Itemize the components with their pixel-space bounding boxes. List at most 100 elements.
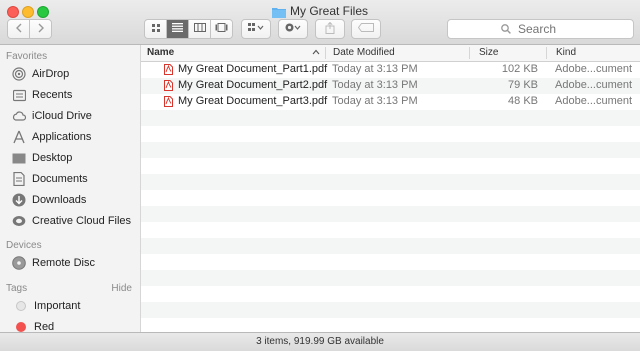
empty-row: [141, 206, 640, 222]
sidebar-item-label: Important: [34, 300, 81, 312]
empty-row: [141, 254, 640, 270]
column-divider[interactable]: [546, 47, 547, 59]
sidebar-item-recents[interactable]: Recents: [12, 85, 72, 105]
column-header-name[interactable]: Name: [147, 47, 174, 58]
icon-view-button[interactable]: [145, 20, 167, 38]
edit-tags-button[interactable]: [351, 19, 381, 39]
sort-ascending-icon: [312, 47, 320, 58]
sidebar-item-label: Recents: [32, 89, 73, 101]
pdf-file-icon: [164, 64, 173, 78]
file-kind: Adobe...cument: [555, 95, 633, 107]
empty-row: [141, 158, 640, 174]
empty-row: [141, 126, 640, 142]
grid-icon: [151, 23, 161, 36]
share-button[interactable]: [315, 19, 345, 39]
pdf-file-icon: [164, 80, 173, 94]
sidebar-item-tag-important[interactable]: Important: [12, 296, 80, 316]
view-mode-control: [144, 19, 233, 39]
gallery-icon: [215, 23, 228, 35]
file-size: 79 KB: [508, 79, 538, 91]
sidebar-item-icloud-drive[interactable]: iCloud Drive: [12, 106, 92, 126]
favorites-header: Favorites: [6, 51, 48, 62]
file-kind: Adobe...cument: [555, 79, 633, 91]
column-view-button[interactable]: [189, 20, 211, 38]
file-row[interactable]: My Great Document_Part1.pdf Today at 3:1…: [141, 62, 640, 78]
sidebar-item-label: Documents: [32, 173, 88, 185]
sidebar-item-label: iCloud Drive: [32, 110, 92, 122]
columns-icon: [193, 23, 206, 35]
airdrop-icon: [12, 67, 26, 81]
sidebar-item-label: Desktop: [32, 152, 73, 164]
column-divider[interactable]: [325, 47, 326, 59]
gallery-view-button[interactable]: [211, 20, 232, 38]
downloads-icon: [12, 193, 26, 207]
sidebar-item-creative-cloud-files[interactable]: Creative Cloud Files: [12, 211, 131, 231]
sidebar-item-airdrop[interactable]: AirDrop: [12, 64, 69, 84]
file-row[interactable]: My Great Document_Part2.pdf Today at 3:1…: [141, 78, 640, 94]
sidebar-item-remote-disc[interactable]: Remote Disc: [12, 253, 95, 273]
group-icon: [248, 22, 264, 36]
column-divider[interactable]: [469, 47, 470, 59]
file-list: Name Date Modified Size Kind My Great Do…: [141, 45, 640, 332]
empty-row: [141, 302, 640, 318]
status-bar: 3 items, 919.99 GB available: [0, 332, 640, 351]
sidebar-item-downloads[interactable]: Downloads: [12, 190, 86, 210]
file-date-modified: Today at 3:13 PM: [332, 79, 418, 91]
window-title: My Great Files: [289, 4, 368, 18]
empty-row: [141, 190, 640, 206]
file-kind: Adobe...cument: [555, 63, 633, 75]
empty-row: [141, 222, 640, 238]
tags-header: Tags: [6, 283, 28, 294]
empty-row: [141, 110, 640, 126]
navigation-buttons: [7, 19, 52, 39]
empty-row: [141, 286, 640, 302]
back-button[interactable]: [8, 20, 30, 38]
sidebar-item-documents[interactable]: Documents: [12, 169, 88, 189]
finder-window: My Great Files Search Favorites AirDrop …: [0, 0, 640, 351]
sidebar-item-desktop[interactable]: Desktop: [12, 148, 72, 168]
empty-row: [141, 270, 640, 286]
file-name: My Great Document_Part2.pdf: [178, 79, 328, 91]
empty-row: [141, 238, 640, 254]
sidebar-item-label: AirDrop: [32, 68, 70, 80]
forward-button[interactable]: [30, 20, 51, 38]
empty-row: [141, 142, 640, 158]
tag-color-dot: [16, 301, 26, 311]
sidebar-item-applications[interactable]: Applications: [12, 127, 91, 147]
sidebar-item-tag-red[interactable]: Red: [12, 317, 54, 332]
file-name: My Great Document_Part1.pdf: [178, 63, 328, 75]
applications-icon: [12, 130, 26, 144]
list-view-button[interactable]: [167, 20, 189, 38]
recents-icon: [12, 88, 26, 102]
sidebar: Favorites AirDrop Recents iCloud Drive A…: [0, 45, 141, 332]
chevron-left-icon: [15, 23, 23, 36]
search-input[interactable]: [516, 21, 580, 37]
desktop-icon: [12, 151, 26, 165]
cloud-icon: [12, 109, 26, 123]
file-name: My Great Document_Part3.pdf: [178, 95, 328, 107]
chevron-right-icon: [37, 23, 45, 36]
devices-header: Devices: [6, 240, 42, 251]
list-icon: [172, 23, 183, 35]
file-date-modified: Today at 3:13 PM: [332, 95, 418, 107]
column-header-date-modified[interactable]: Date Modified: [333, 47, 395, 58]
group-by-button[interactable]: [241, 19, 271, 39]
sidebar-item-label: Downloads: [32, 194, 87, 206]
file-row[interactable]: My Great Document_Part3.pdf Today at 3:1…: [141, 94, 640, 110]
search-field[interactable]: [447, 19, 634, 39]
column-header-kind[interactable]: Kind: [556, 47, 576, 58]
action-menu-button[interactable]: [278, 19, 308, 39]
sidebar-item-label: Remote Disc: [32, 257, 95, 269]
share-icon: [325, 21, 335, 37]
column-header-size[interactable]: Size: [479, 47, 498, 58]
tag-color-dot: [16, 322, 26, 332]
sidebar-item-label: Red: [34, 321, 55, 332]
column-header-row: Name Date Modified Size Kind: [141, 45, 640, 62]
toolbar: My Great Files: [0, 0, 640, 45]
search-icon: [501, 24, 511, 34]
hide-tags-link[interactable]: Hide: [111, 283, 132, 294]
file-rows: My Great Document_Part1.pdf Today at 3:1…: [141, 62, 640, 318]
tag-icon: [357, 23, 374, 35]
disc-icon: [12, 256, 26, 270]
file-size: 102 KB: [501, 63, 538, 75]
